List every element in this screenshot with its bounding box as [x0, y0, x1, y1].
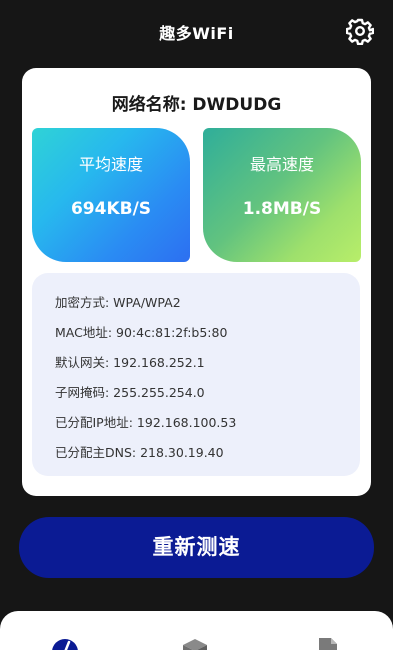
speed-gauge-icon [52, 639, 78, 650]
encryption-row: 加密方式: WPA/WPA2 [55, 295, 181, 310]
tab-speed-test[interactable] [50, 637, 80, 650]
average-speed-tile: 平均速度 694KB/S [32, 128, 190, 262]
gateway-row: 默认网关: 192.168.252.1 [55, 355, 205, 370]
mac-address-row: MAC地址: 90:4c:81:2f:b5:80 [55, 325, 228, 340]
ip-address-row: 已分配IP地址: 192.168.100.53 [55, 415, 237, 430]
average-speed-label: 平均速度 [78, 155, 143, 174]
header: 趣多WiFi [0, 0, 393, 62]
document-icon [319, 638, 337, 650]
max-speed-label: 最高速度 [249, 155, 314, 174]
network-details: 加密方式: WPA/WPA2 MAC地址: 90:4c:81:2f:b5:80 … [32, 273, 360, 476]
network-name: 网络名称: DWDUDG [111, 95, 282, 115]
wifi-info-card: 网络名称: DWDUDG 平均速度 694KB/S 最高速度 1.8MB/S 加… [22, 68, 371, 496]
retest-button[interactable]: 重新测速 [19, 517, 374, 578]
bottom-tab-bar [0, 611, 393, 650]
dns-row: 已分配主DNS: 218.30.19.40 [55, 445, 224, 460]
settings-button[interactable] [345, 17, 375, 46]
subnet-mask-row: 子网掩码: 255.255.254.0 [55, 385, 205, 400]
tab-records[interactable] [312, 637, 342, 650]
box-icon [183, 639, 207, 650]
tab-tools[interactable] [180, 637, 210, 650]
max-speed-tile: 最高速度 1.8MB/S [203, 128, 361, 262]
gear-icon [345, 18, 375, 46]
average-speed-value: 694KB/S [70, 199, 152, 219]
app-screen: 趣多WiFi 网络名称: DWDUDG 平均速度 694KB/S 最高速度 1.… [0, 0, 393, 650]
max-speed-value: 1.8MB/S [242, 199, 322, 219]
app-title: 趣多WiFi [159, 24, 234, 43]
